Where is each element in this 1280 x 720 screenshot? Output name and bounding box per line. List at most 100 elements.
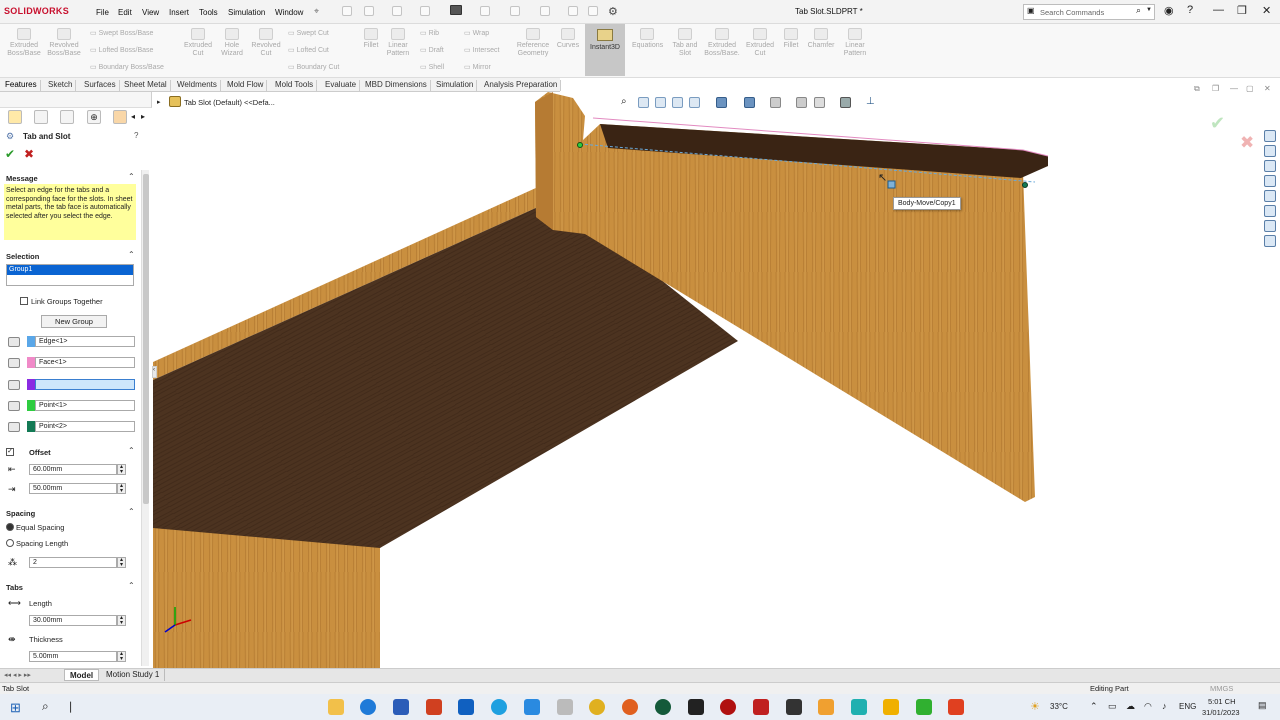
offset-header[interactable]: Offset (29, 448, 51, 457)
start-offset-input[interactable]: 60.00mm (29, 464, 117, 475)
fillet-button[interactable]: Fillet (356, 28, 386, 50)
tab-sheet-metal[interactable]: Sheet Metal (121, 80, 171, 91)
edit-appearance-icon[interactable] (796, 97, 807, 108)
tab-simulation[interactable]: Simulation (433, 80, 478, 91)
tab-mold-flow[interactable]: Mold Flow (224, 80, 268, 91)
orange-app-taskbar-icon[interactable] (818, 699, 834, 715)
volume-icon[interactable]: ♪ (1162, 701, 1167, 711)
link-groups-checkbox[interactable] (20, 297, 28, 305)
menu-tools[interactable]: Tools (199, 8, 218, 17)
edge-selection-field[interactable]: Edge<1> (35, 336, 135, 347)
hole-wizard-button[interactable]: Hole Wizard (216, 28, 248, 58)
offset-checkbox[interactable]: ✓ (6, 448, 14, 456)
viewport-restore-icon[interactable]: ❐ (1212, 84, 1219, 93)
solidworks-taskbar-icon[interactable] (753, 699, 769, 715)
tab-features[interactable]: Features (2, 80, 41, 91)
tab-thickness-spinner[interactable]: ▴ ▾ (117, 651, 126, 662)
tabs-header[interactable]: Tabs (6, 583, 23, 592)
clock-date[interactable]: 31/01/2023 (1202, 708, 1240, 717)
view-orientation-icon[interactable] (716, 97, 727, 108)
tab-length-spinner[interactable]: ▴ ▾ (117, 615, 126, 626)
previous-view-icon[interactable] (655, 97, 666, 108)
skype-taskbar-icon[interactable] (491, 699, 507, 715)
tab-mbd-dimensions[interactable]: MBD Dimensions (362, 80, 431, 91)
point-1-marker[interactable] (577, 142, 583, 148)
feature-tree-root[interactable]: Tab Slot (Default) <<Defa... (184, 98, 275, 107)
home-icon[interactable] (342, 6, 352, 16)
input-language[interactable]: ENG (1179, 702, 1196, 711)
selection-collapse-icon[interactable]: ⌃ (128, 250, 135, 259)
firefox-taskbar-icon[interactable] (622, 699, 638, 715)
red-app-taskbar-icon[interactable] (720, 699, 736, 715)
part-icon[interactable] (169, 96, 181, 107)
reference-geometry-button[interactable]: Reference Geometry (514, 28, 552, 58)
3dexperience-icon[interactable] (1264, 235, 1276, 247)
property-manager-tab-icon[interactable] (34, 110, 48, 124)
viewport-minimize-icon[interactable]: — (1230, 84, 1238, 93)
menu-view[interactable]: View (142, 8, 159, 17)
bottom-tab-nav-icon[interactable]: ◂◂ ◂ ▸ ▸▸ (4, 671, 31, 679)
extruded-boss-button[interactable]: Extruded Boss/Base (6, 28, 42, 58)
hide-show-items-icon[interactable] (770, 97, 781, 108)
group-list-item[interactable]: Group1 (7, 265, 133, 275)
rib-button[interactable]: ▭ Rib (420, 29, 460, 37)
open-file-icon[interactable] (392, 6, 402, 16)
lofted-cut-button[interactable]: ▭ Lofted Cut (288, 46, 348, 54)
fillet-2-button[interactable]: Fillet (778, 28, 804, 50)
spacing-collapse-icon[interactable]: ⌃ (128, 507, 135, 516)
boundary-boss-button[interactable]: ▭ Boundary Boss/Base (90, 63, 175, 71)
view-settings-icon[interactable] (840, 97, 851, 108)
tab-and-slot-button[interactable]: Tab and Slot (668, 28, 702, 58)
file-explorer-icon[interactable] (1264, 160, 1276, 172)
close-icon[interactable]: ✕ (1262, 4, 1271, 17)
message-header[interactable]: Message (6, 174, 38, 183)
network-icon[interactable]: ▭ (1108, 701, 1117, 712)
confirm-ok-icon[interactable]: ✔ (1210, 113, 1225, 134)
solidworks-forum-icon[interactable] (1264, 220, 1276, 232)
panel-tabs-scroll-right-icon[interactable]: ▸ (141, 112, 145, 121)
move-handle[interactable] (887, 180, 896, 189)
point-2-marker[interactable] (1022, 182, 1028, 188)
menu-window[interactable]: Window (275, 8, 303, 17)
start-point-field[interactable]: Point<1> (35, 400, 135, 411)
intersect-button[interactable]: ▭ Intersect (464, 46, 509, 54)
face-selection-field[interactable]: Face<1> (35, 357, 135, 368)
terminal-taskbar-icon[interactable] (688, 699, 704, 715)
panel-collapse-handle[interactable]: ‹ (152, 366, 157, 378)
green-c-app-taskbar-icon[interactable] (916, 699, 932, 715)
design-library-icon[interactable] (1264, 145, 1276, 157)
extruded-cut-button[interactable]: Extruded Cut (180, 28, 216, 58)
chamfer-button[interactable]: Chamfer (804, 28, 838, 50)
clock-time[interactable]: 5:01 CH (1208, 697, 1236, 706)
swept-cut-button[interactable]: ▭ Swept Cut (288, 29, 348, 37)
tab-analysis-preparation[interactable]: Analysis Preparation (481, 80, 562, 91)
section-view-icon[interactable] (672, 97, 683, 108)
lofted-boss-button[interactable]: ▭ Lofted Boss/Base (90, 46, 170, 54)
zalo-taskbar-icon[interactable] (524, 699, 540, 715)
snipping-tool-taskbar-icon[interactable] (557, 699, 573, 715)
solidworks-resources-icon[interactable] (1264, 130, 1276, 142)
onedrive-icon[interactable]: ☁ (1126, 701, 1135, 712)
equations-button[interactable]: Equations (632, 28, 663, 50)
weather-temperature[interactable]: 33°C (1050, 702, 1068, 711)
word-taskbar-icon[interactable] (393, 699, 409, 715)
print-icon[interactable] (450, 5, 462, 15)
display-manager-tab-icon[interactable] (113, 110, 127, 124)
menu-file[interactable]: File (96, 8, 109, 17)
upwork-taskbar-icon[interactable] (655, 699, 671, 715)
file-explorer-taskbar-icon[interactable] (328, 699, 344, 715)
system-tray-chevron-icon[interactable]: ⌃ (1090, 701, 1098, 712)
message-collapse-icon[interactable]: ⌃ (128, 172, 135, 181)
zoom-to-fit-icon[interactable]: ⌕ (621, 97, 632, 108)
triad-view-icon[interactable]: ⊥ (866, 97, 877, 108)
wrap-button[interactable]: ▭ Wrap (464, 29, 509, 37)
shell-button[interactable]: ▭ Shell (420, 63, 460, 71)
end-offset-input[interactable]: 50.00mm (29, 483, 117, 494)
weather-icon[interactable]: ☀ (1030, 700, 1040, 713)
draft-button[interactable]: ▭ Draft (420, 46, 460, 54)
tree-expand-icon[interactable]: ▸ (157, 98, 161, 106)
notifications-icon[interactable]: ▤ (1258, 700, 1267, 711)
instance-count-spinner[interactable]: ▴ ▾ (117, 557, 126, 568)
end-offset-spinner[interactable]: ▴ ▾ (117, 483, 126, 494)
zoom-area-icon[interactable] (638, 97, 649, 108)
